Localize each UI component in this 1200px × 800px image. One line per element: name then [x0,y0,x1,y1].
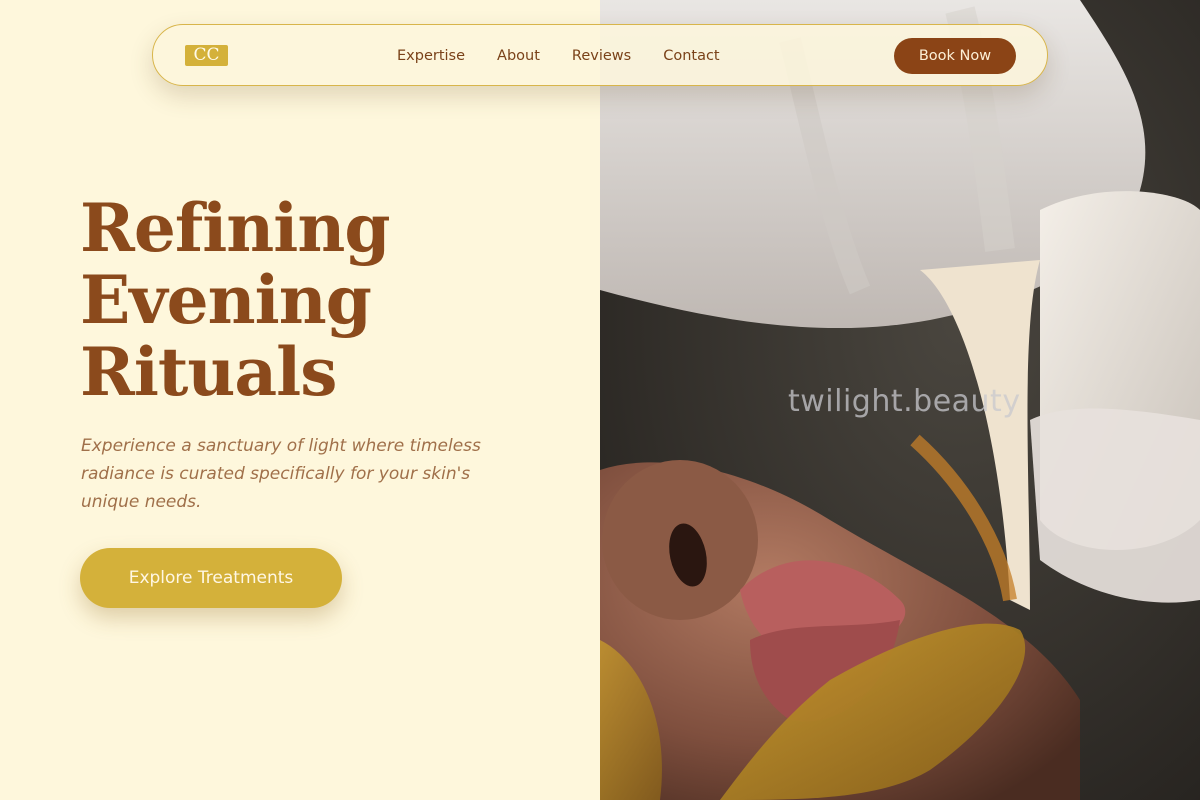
nav-links: Expertise About Reviews Contact [397,25,720,87]
watermark: twilight.beauty [788,384,1021,419]
explore-treatments-button[interactable]: Explore Treatments [80,548,342,608]
nav-link-reviews[interactable]: Reviews [572,48,631,64]
book-now-button[interactable]: Book Now [894,38,1016,74]
hero-title: Refining Evening Rituals [80,192,560,408]
hero-title-line: Rituals [80,333,337,411]
nav-link-expertise[interactable]: Expertise [397,48,465,64]
hero-subtitle: Experience a sanctuary of light where ti… [81,436,481,512]
nav-link-about[interactable]: About [497,48,540,64]
hero-title-line: Evening [80,261,372,339]
hero-title-line: Refining [80,189,391,267]
nav-link-contact[interactable]: Contact [663,48,719,64]
top-navigation: CC Expertise About Reviews Contact Book … [152,24,1048,86]
brand-logo[interactable]: CC [185,45,228,66]
